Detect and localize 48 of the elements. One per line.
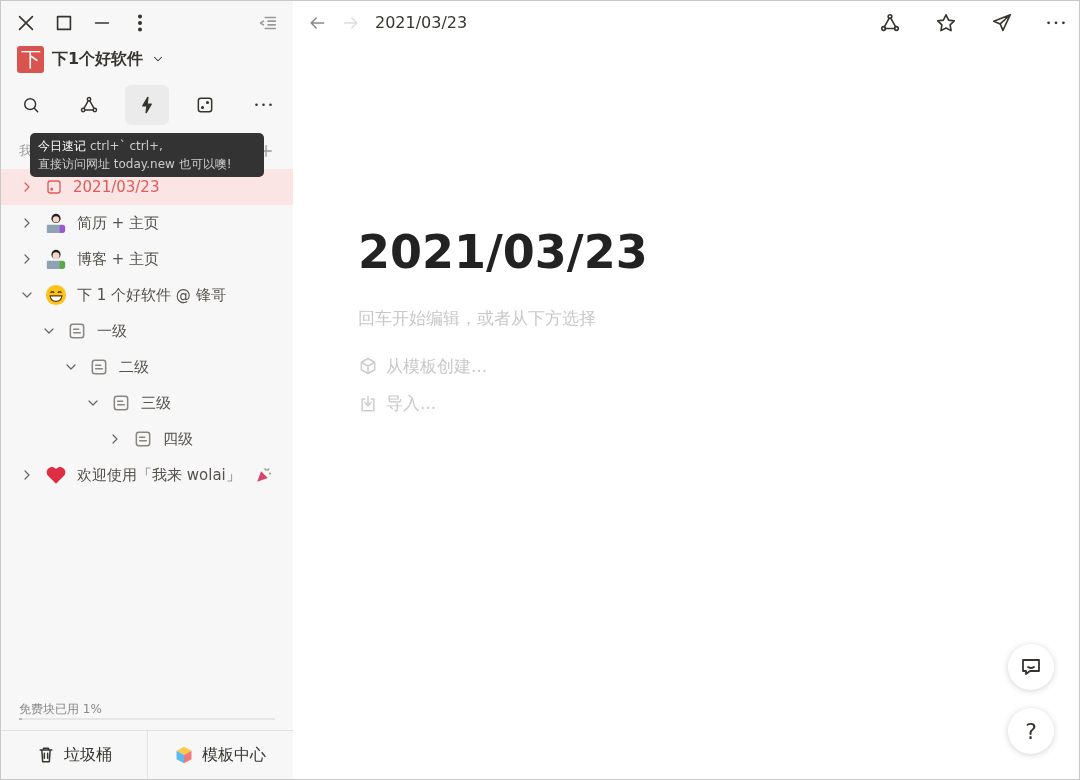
help-button[interactable]: ? [1008, 708, 1054, 754]
cube-icon [174, 745, 195, 765]
page-title: 简历 + 主页 [77, 212, 160, 234]
more-icon[interactable] [1047, 21, 1065, 25]
page-heading: 2021/03/23 [358, 225, 648, 281]
page-title: 三级 [141, 392, 171, 414]
heart-icon [45, 464, 67, 486]
page-title: 欢迎使用「我来 wolai」 [77, 464, 241, 486]
tooltip-title: 今日速记 [38, 139, 86, 153]
page-icon [133, 429, 153, 449]
tree-item[interactable]: 博客 + 主页 [1, 241, 293, 277]
page-title: 一级 [97, 320, 127, 342]
graph-icon [79, 95, 99, 115]
more-icon [254, 103, 272, 107]
page-title: 2021/03/23 [73, 176, 160, 198]
tree-item[interactable]: 一级 [1, 313, 293, 349]
smiley-icon [45, 284, 67, 306]
tree-item[interactable]: 二级 [1, 349, 293, 385]
trash-button[interactable]: 垃圾桶 [1, 731, 147, 779]
tree-item[interactable]: 欢迎使用「我来 wolai」 [1, 457, 293, 493]
breadcrumb[interactable]: 2021/03/23 [375, 11, 468, 35]
tree-item[interactable]: 三级 [1, 385, 293, 421]
star-icon[interactable] [935, 12, 957, 34]
lightning-icon-button[interactable] [125, 85, 169, 125]
page-title: 下 1 个好软件 @ 锋哥 [77, 284, 226, 306]
page-icon [89, 357, 109, 377]
import-icon [358, 393, 378, 414]
page-title: 四级 [163, 428, 193, 450]
woman-laptop-icon [45, 212, 67, 234]
page-title: 二级 [119, 356, 149, 378]
tree-item[interactable]: 四级 [1, 421, 293, 457]
dice-icon [195, 95, 215, 115]
chat-button[interactable] [1008, 644, 1054, 690]
graph-icon[interactable] [879, 12, 901, 34]
usage-label: 免费块已用 1% [19, 701, 103, 718]
page-icon [111, 393, 131, 413]
send-icon[interactable] [991, 12, 1013, 34]
workspace-name[interactable]: 下1个好软件 [52, 47, 144, 71]
search-icon [21, 95, 41, 115]
tree-item[interactable]: 下 1 个好软件 @ 锋哥 [1, 277, 293, 313]
man-laptop-icon [45, 248, 67, 270]
shortcut-text: ctrl+` ctrl+, [90, 139, 163, 153]
calendar-icon [45, 178, 63, 196]
workspace-logo: 下 [17, 45, 44, 73]
page-title: 博客 + 主页 [77, 248, 160, 270]
page-icon [67, 321, 87, 341]
cube-outline-icon [358, 356, 378, 377]
tree-item[interactable]: 简历 + 主页 [1, 205, 293, 241]
